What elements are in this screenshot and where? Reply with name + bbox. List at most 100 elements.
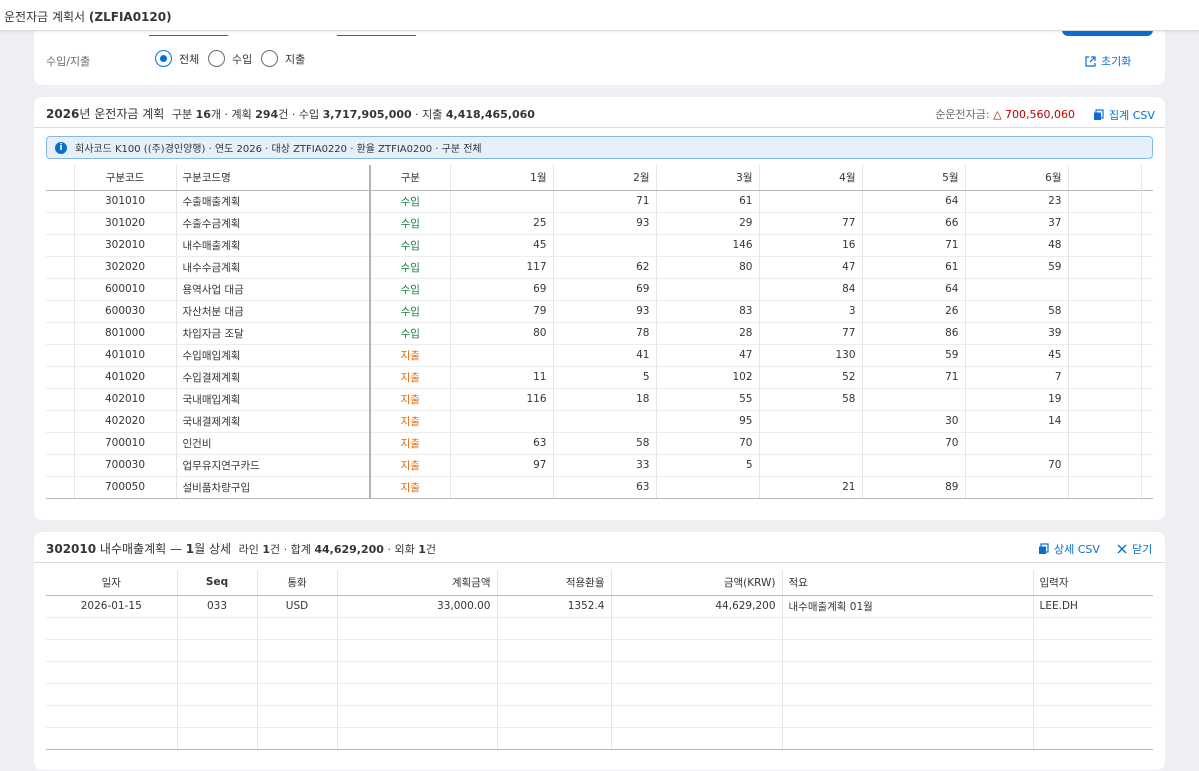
cell-m2[interactable]: 58: [552, 432, 656, 455]
cell-m5[interactable]: [861, 388, 965, 411]
cell-m4[interactable]: 130: [758, 344, 862, 367]
cell-m1[interactable]: 69: [449, 278, 553, 301]
cell-m1[interactable]: 45: [449, 234, 553, 257]
cell-m6[interactable]: 48: [964, 234, 1068, 257]
table-row[interactable]: 401010 수입매입계획 지출 41 47 130 59 45: [46, 344, 1153, 367]
table-row[interactable]: 402020 국내결제계획 지출 95 30 14: [46, 410, 1153, 433]
col-header-type[interactable]: 구분: [369, 165, 450, 191]
cell-m4[interactable]: 52: [758, 366, 862, 389]
cell-m5[interactable]: 64: [861, 278, 965, 301]
row-select-cell[interactable]: [46, 300, 74, 323]
reset-button[interactable]: 초기화: [1085, 53, 1131, 69]
filter-field-underline[interactable]: [337, 32, 416, 36]
radio-expense[interactable]: 지출: [261, 50, 305, 67]
cell-m4[interactable]: [758, 454, 862, 477]
cell-m1[interactable]: 80: [449, 322, 553, 345]
cell-m1[interactable]: [449, 190, 553, 213]
row-select-cell[interactable]: [46, 454, 74, 477]
cell-m4[interactable]: 77: [758, 322, 862, 345]
row-select-cell[interactable]: [46, 366, 74, 389]
cell-m1[interactable]: 63: [449, 432, 553, 455]
cell-m1[interactable]: 97: [449, 454, 553, 477]
row-select-cell[interactable]: [46, 410, 74, 433]
cell-m5[interactable]: 64: [861, 190, 965, 213]
col-header-date[interactable]: 일자: [46, 570, 177, 596]
cell-m1[interactable]: 11: [449, 366, 553, 389]
cell-m5[interactable]: 66: [861, 212, 965, 235]
table-row[interactable]: 401020 수입결제계획 지출 11 5 102 52 71 7: [46, 366, 1153, 389]
cell-m5[interactable]: [861, 454, 965, 477]
row-select-cell[interactable]: [46, 212, 74, 235]
row-select-cell[interactable]: [46, 432, 74, 455]
col-header-user[interactable]: 입력자: [1032, 570, 1153, 596]
cell-m5[interactable]: 71: [861, 234, 965, 257]
cell-m6[interactable]: 70: [964, 454, 1068, 477]
row-select-cell[interactable]: [46, 388, 74, 411]
cell-m3[interactable]: 28: [655, 322, 759, 345]
radio-income-circle[interactable]: [208, 50, 225, 67]
col-header-seq[interactable]: Seq: [176, 570, 257, 596]
cell-m4[interactable]: 16: [758, 234, 862, 257]
cell-m5[interactable]: 61: [861, 256, 965, 279]
cell-m2[interactable]: 63: [552, 476, 656, 499]
row-select-cell[interactable]: [46, 234, 74, 257]
cell-m1[interactable]: [449, 344, 553, 367]
col-header-memo[interactable]: 적요: [781, 570, 1033, 596]
cell-m3[interactable]: [655, 278, 759, 301]
close-button[interactable]: 닫기: [1117, 541, 1152, 557]
cell-m3[interactable]: 83: [655, 300, 759, 323]
radio-expense-circle[interactable]: [261, 50, 278, 67]
cell-m3[interactable]: 80: [655, 256, 759, 279]
cell-m1[interactable]: [449, 476, 553, 499]
radio-all-circle[interactable]: [155, 50, 172, 67]
cell-m2[interactable]: 78: [552, 322, 656, 345]
cell-m6[interactable]: [964, 278, 1068, 301]
cell-m1[interactable]: 25: [449, 212, 553, 235]
cell-m2[interactable]: 18: [552, 388, 656, 411]
cell-m6[interactable]: 37: [964, 212, 1068, 235]
cell-m1[interactable]: 116: [449, 388, 553, 411]
cell-m2[interactable]: [552, 410, 656, 433]
cell-m3[interactable]: 55: [655, 388, 759, 411]
table-row[interactable]: 700030 업무유지연구카드 지출 97 33 5 70: [46, 454, 1153, 477]
table-row[interactable]: 600010 용역사업 대금 수입 69 69 84 64: [46, 278, 1153, 301]
col-header-m1[interactable]: 1월: [449, 165, 553, 191]
cell-m4[interactable]: 3: [758, 300, 862, 323]
row-select-cell[interactable]: [46, 278, 74, 301]
col-header-rate[interactable]: 적용환율: [496, 570, 611, 596]
cell-m3[interactable]: [655, 476, 759, 499]
cell-m6[interactable]: 39: [964, 322, 1068, 345]
cell-m3[interactable]: 29: [655, 212, 759, 235]
cell-m4[interactable]: 84: [758, 278, 862, 301]
cell-m4[interactable]: 58: [758, 388, 862, 411]
cell-m4[interactable]: 21: [758, 476, 862, 499]
radio-all[interactable]: 전체: [155, 50, 199, 67]
detail-csv-button[interactable]: 상세 CSV: [1038, 541, 1100, 557]
table-row[interactable]: 301020 수출수금계획 수입 25 93 29 77 66 37: [46, 212, 1153, 235]
cell-m6[interactable]: 58: [964, 300, 1068, 323]
cell-m3[interactable]: 47: [655, 344, 759, 367]
cell-m6[interactable]: [964, 432, 1068, 455]
col-header-plan-amount[interactable]: 계획금액: [336, 570, 497, 596]
cell-m3[interactable]: 95: [655, 410, 759, 433]
cell-m5[interactable]: 89: [861, 476, 965, 499]
row-select-cell[interactable]: [46, 190, 74, 213]
cell-m5[interactable]: 30: [861, 410, 965, 433]
col-header-currency[interactable]: 통화: [256, 570, 337, 596]
cell-m4[interactable]: [758, 190, 862, 213]
cell-m2[interactable]: 5: [552, 366, 656, 389]
filter-field-underline[interactable]: [149, 32, 228, 36]
cell-m4[interactable]: 47: [758, 256, 862, 279]
cell-m2[interactable]: 69: [552, 278, 656, 301]
cell-m4[interactable]: [758, 410, 862, 433]
table-row[interactable]: 402010 국내매입계획 지출 116 18 55 58 19: [46, 388, 1153, 411]
table-row[interactable]: 801000 차입자금 조달 수입 80 78 28 77 86 39: [46, 322, 1153, 345]
cell-m5[interactable]: 26: [861, 300, 965, 323]
row-select-cell[interactable]: [46, 322, 74, 345]
cell-m1[interactable]: [449, 410, 553, 433]
col-header-m5[interactable]: 5월: [861, 165, 965, 191]
row-select-cell[interactable]: [46, 476, 74, 499]
cell-m4[interactable]: 77: [758, 212, 862, 235]
cell-m2[interactable]: 62: [552, 256, 656, 279]
col-header-code[interactable]: 구분코드: [73, 165, 176, 191]
